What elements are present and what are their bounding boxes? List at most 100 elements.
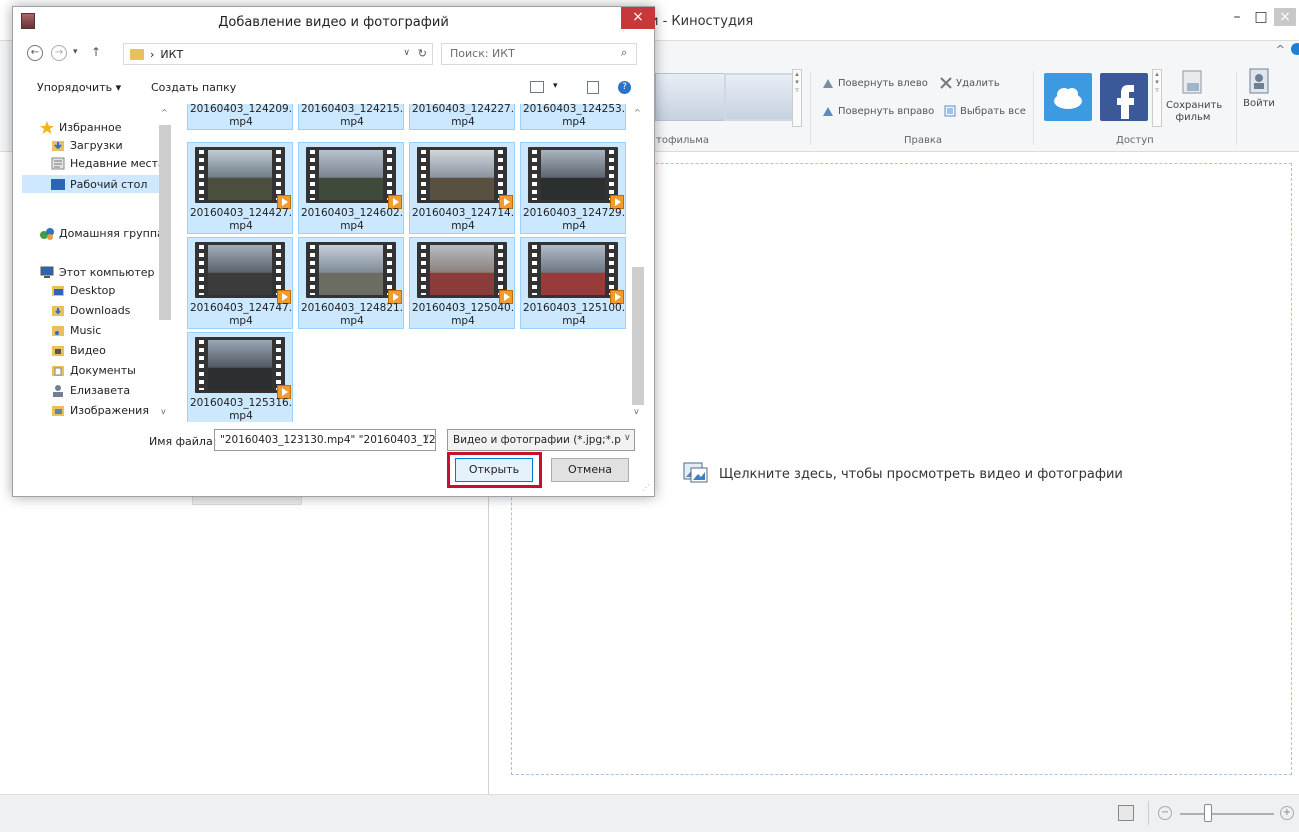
file-item[interactable]: 20160403_124747. mp4 <box>187 237 293 329</box>
scroll-up-arrow[interactable]: ^ <box>634 108 641 117</box>
nav-user-folder[interactable]: Елизавета <box>51 381 130 399</box>
nav-recent-places[interactable]: Недавние места <box>51 154 165 172</box>
view-dropdown[interactable]: ▾ <box>553 81 558 91</box>
filename-dropdown[interactable]: ∨ <box>423 433 430 443</box>
navigation-scroll-thumb[interactable] <box>159 125 171 320</box>
select-all-button[interactable]: Выбрать все <box>944 105 1026 117</box>
file-item[interactable]: 20160403_125100. mp4 <box>520 237 626 329</box>
filename-input[interactable]: "20160403_123130.mp4" "20160403_123 <box>214 429 436 451</box>
file-extension: mp4 <box>451 220 475 232</box>
refresh-button[interactable]: ↻ <box>418 47 427 60</box>
nav-this-pc[interactable]: Этот компьютер <box>40 263 155 281</box>
address-dropdown[interactable]: ∨ <box>403 48 410 58</box>
nav-label: Избранное <box>59 120 122 134</box>
cancel-button[interactable]: Отмена <box>551 458 629 482</box>
zoom-out-button[interactable]: − <box>1158 806 1172 820</box>
zoom-slider-track[interactable] <box>1180 813 1274 815</box>
film-perforation <box>199 245 204 295</box>
onedrive-share-button[interactable] <box>1044 73 1092 121</box>
nav-video-folder[interactable]: Видео <box>51 341 106 359</box>
nav-homegroup[interactable]: Домашняя группа <box>40 224 164 242</box>
ribbon-collapse-button[interactable]: ^ <box>1276 43 1285 56</box>
folder-icon <box>52 325 64 336</box>
film-perforation <box>532 245 537 295</box>
new-folder-button[interactable]: Создать папку <box>151 81 236 94</box>
nav-pictures-folder[interactable]: Изображения <box>51 401 149 419</box>
file-item[interactable]: 20160403_124729. mp4 <box>520 142 626 234</box>
share-gallery-scroll[interactable]: ▴ ▾ ▿ <box>1152 69 1162 127</box>
file-item[interactable]: 20160403_124209. mp4 <box>187 104 293 130</box>
file-item[interactable]: 20160403_125040. mp4 <box>409 237 515 329</box>
share-group-label: Доступ <box>1116 135 1154 146</box>
nav-desktop-folder[interactable]: Desktop <box>51 281 115 299</box>
preview-prompt[interactable]: Щелкните здесь, чтобы просмотреть видео … <box>683 460 1123 488</box>
help-icon[interactable]: ? <box>618 81 631 94</box>
zoom-slider-thumb[interactable] <box>1204 804 1213 822</box>
nav-desktop[interactable]: Рабочий стол <box>51 175 147 193</box>
file-type-filter[interactable]: Видео и фотографии (*.jpg;*.p <box>447 429 635 451</box>
search-icon[interactable]: ⌕ <box>621 46 648 60</box>
nav-documents-folder[interactable]: Документы <box>51 361 136 379</box>
theme-thumbnail[interactable] <box>724 73 794 121</box>
search-input[interactable]: Поиск: ИКТ <box>441 43 637 65</box>
zoom-in-button[interactable]: + <box>1280 806 1294 820</box>
breadcrumb-separator[interactable]: › <box>150 48 154 61</box>
facebook-share-button[interactable] <box>1100 73 1148 121</box>
scroll-down-arrow[interactable]: v <box>634 407 639 416</box>
history-dropdown[interactable]: ▾ <box>73 47 78 57</box>
file-item[interactable]: 20160403_124714. mp4 <box>409 142 515 234</box>
nav-downloads[interactable]: Загрузки <box>51 136 123 154</box>
save-movie-button[interactable]: Сохранить фильм <box>1166 69 1222 124</box>
aspect-ratio-icon[interactable] <box>1118 805 1134 821</box>
theme-gallery-scroll[interactable]: ▴ ▾ ▿ <box>792 69 802 127</box>
nav-music-folder[interactable]: Music <box>51 321 101 339</box>
recent-places-icon <box>51 157 65 169</box>
file-item[interactable]: 20160403_124227. mp4 <box>409 104 515 130</box>
breadcrumb-current-folder[interactable]: ИКТ <box>160 48 183 61</box>
nav-label: Desktop <box>70 283 116 297</box>
file-type-dropdown[interactable]: ∨ <box>624 433 631 443</box>
nav-favorites[interactable]: Избранное <box>40 118 121 136</box>
film-perforation <box>276 340 281 390</box>
video-thumbnail <box>306 147 402 209</box>
file-item[interactable]: 20160403_124602. mp4 <box>298 142 404 234</box>
minimize-button[interactable]: – <box>1226 8 1248 26</box>
scroll-down-arrow[interactable]: v <box>161 407 166 416</box>
storyboard-button[interactable] <box>192 497 302 505</box>
back-button[interactable]: ← <box>27 45 43 61</box>
resize-grip[interactable]: ⋰ <box>642 483 650 492</box>
nav-label: Рабочий стол <box>70 177 148 191</box>
file-name: 20160403_124209. <box>189 104 293 115</box>
change-view-icon[interactable] <box>530 81 544 93</box>
open-file-dialog: Добавление видео и фотографий × ← → ▾ ↑ … <box>12 6 655 497</box>
file-name: 20160403_124714. <box>411 207 515 219</box>
open-button[interactable]: Открыть <box>455 458 533 482</box>
file-item[interactable]: 20160403_124821. mp4 <box>298 237 404 329</box>
preview-pane-icon[interactable] <box>587 81 599 94</box>
rotate-left-button[interactable]: Повернуть влево <box>822 77 928 89</box>
address-bar[interactable]: › ИКТ ∨ ↻ <box>123 43 433 65</box>
video-thumbnail <box>195 147 291 209</box>
file-list-scroll-thumb[interactable] <box>632 267 644 405</box>
organize-button[interactable]: Упорядочить ▾ <box>37 81 121 94</box>
app-close-button[interactable]: × <box>1274 8 1296 26</box>
up-button[interactable]: ↑ <box>91 45 101 59</box>
sign-in-button[interactable]: Войти <box>1240 67 1278 109</box>
nav-downloads-folder[interactable]: Downloads <box>51 301 130 319</box>
file-item[interactable]: 20160403_125316. mp4 <box>187 332 293 422</box>
delete-button[interactable]: Удалить <box>940 77 1000 89</box>
navigation-pane: Избранное Загрузки Недавние места Рабочи… <box>22 104 170 424</box>
video-thumbnail <box>195 337 291 399</box>
forward-button[interactable]: → <box>51 45 67 61</box>
theme-thumbnail[interactable] <box>655 73 725 121</box>
dialog-close-button[interactable]: × <box>621 7 655 29</box>
file-item[interactable]: 20160403_124253. mp4 <box>520 104 626 130</box>
help-icon[interactable] <box>1291 43 1299 55</box>
select-all-label: Выбрать все <box>960 105 1026 117</box>
film-perforation <box>276 245 281 295</box>
file-item[interactable]: 20160403_124215. mp4 <box>298 104 404 130</box>
rotate-right-button[interactable]: Повернуть вправо <box>822 105 934 117</box>
file-item[interactable]: 20160403_124427. mp4 <box>187 142 293 234</box>
maximize-button[interactable]: □ <box>1250 8 1272 26</box>
scroll-up-arrow[interactable]: ^ <box>161 108 168 117</box>
